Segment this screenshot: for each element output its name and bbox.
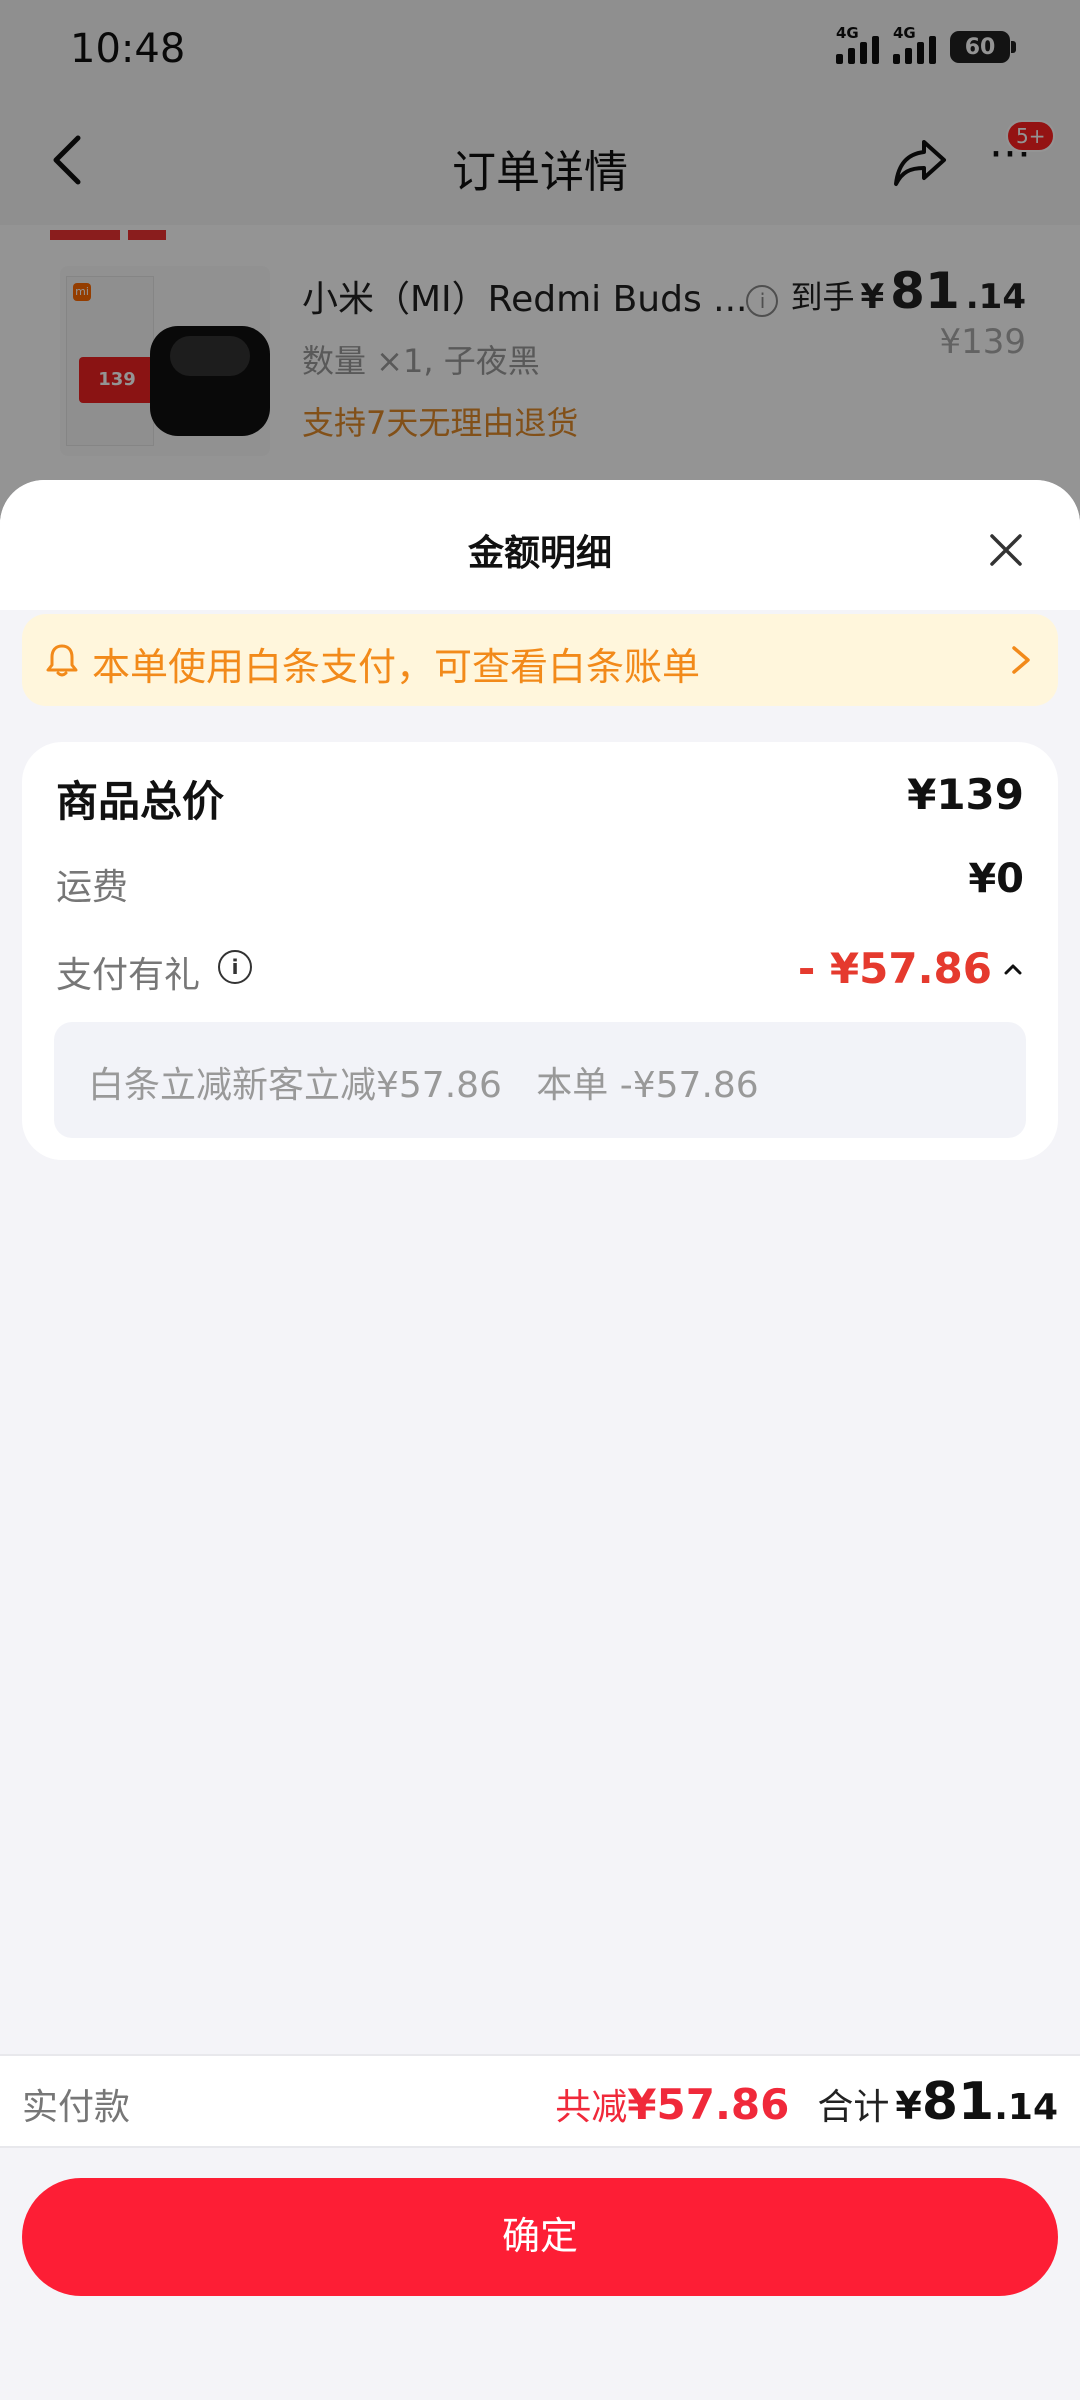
payment-gift-label: 支付有礼: [56, 955, 201, 996]
payment-summary-bar: 实付款 共减 ¥57.86 合计 ¥ 81 .14: [0, 2054, 1080, 2148]
total-label: 合计: [817, 2087, 890, 2128]
total-saved-label: 共减: [555, 2087, 628, 2128]
close-icon[interactable]: [978, 522, 1034, 578]
chevron-right-icon: [1012, 646, 1030, 674]
sheet-title: 金额明细: [467, 533, 612, 574]
total-currency: ¥: [895, 2084, 922, 2128]
info-icon[interactable]: i: [218, 950, 252, 984]
payment-gift-detail: 白条立减新客立减¥57.86 本单 -¥57.86: [54, 1022, 1026, 1138]
goods-total-label: 商品总价: [56, 777, 225, 826]
chevron-up-icon[interactable]: [1002, 960, 1024, 978]
total-integer: 81: [921, 2072, 995, 2132]
payment-gift-detail-text: 白条立减新客立减¥57.86 本单 -¥57.86: [88, 1065, 759, 1106]
payment-gift-value[interactable]: - ¥57.86: [798, 944, 992, 993]
goods-total-value: ¥139: [907, 770, 1024, 819]
confirm-button[interactable]: 确定: [22, 2178, 1058, 2296]
shipping-label: 运费: [56, 867, 129, 908]
shipping-value: ¥0: [968, 856, 1024, 902]
total-decimal: .14: [994, 2087, 1058, 2128]
total-saved-value: ¥57.86: [627, 2080, 790, 2129]
baitiao-notice-banner[interactable]: 本单使用白条支付，可查看白条账单: [22, 614, 1058, 706]
modal-backdrop[interactable]: [0, 0, 1080, 520]
payment-summary: 共减 ¥57.86 合计 ¥ 81 .14: [555, 2072, 1058, 2132]
bell-icon: [46, 644, 78, 677]
sheet-header: 金额明细: [0, 480, 1080, 610]
actual-payment-label: 实付款: [22, 2087, 131, 2128]
notice-text: 本单使用白条支付，可查看白条账单: [92, 645, 701, 689]
amount-detail-card: 商品总价 ¥139 运费 ¥0 支付有礼 i - ¥57.86 白条立减新客立减…: [22, 742, 1058, 1160]
